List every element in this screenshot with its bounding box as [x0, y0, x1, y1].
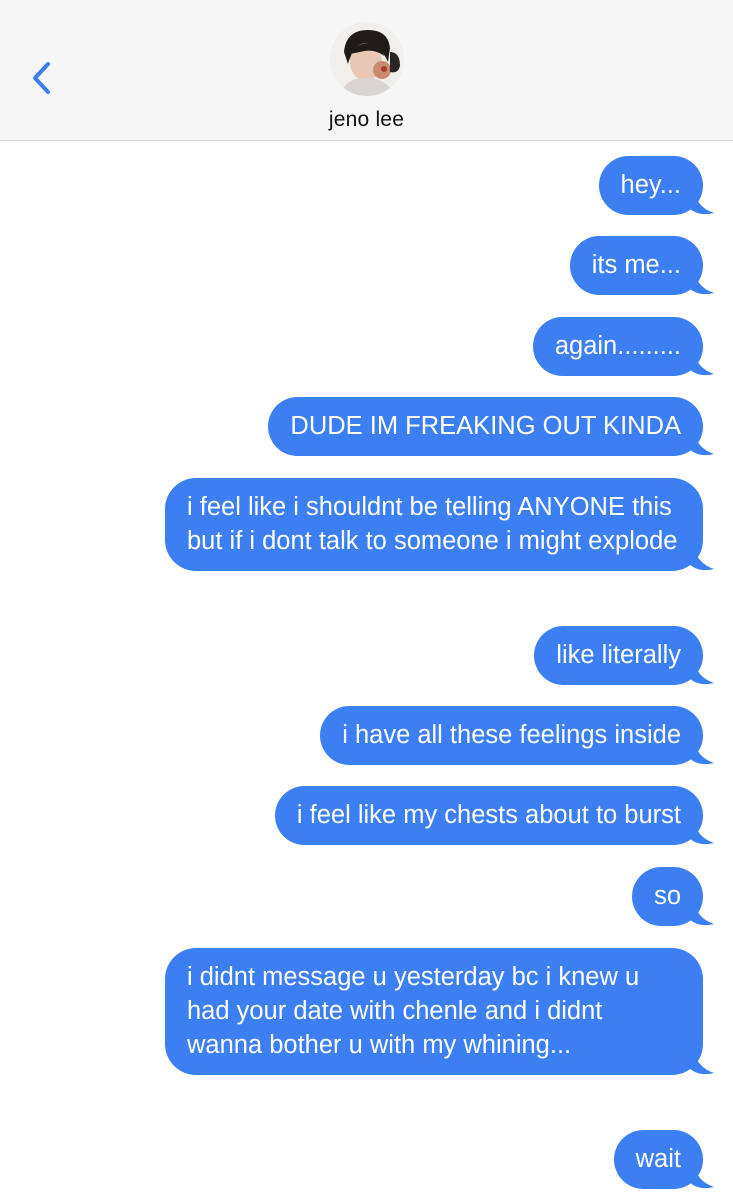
bubble-tail [688, 189, 714, 215]
bubble-tail [688, 1049, 714, 1075]
bubble-tail [688, 659, 714, 685]
message-text: i feel like my chests about to burst [296, 801, 681, 829]
message-text: i didnt message u yesterday bc i knew u … [187, 963, 640, 1059]
message-text: wait [635, 1145, 681, 1173]
contact-name[interactable]: jeno lee [0, 108, 733, 132]
bubble-tail [688, 900, 714, 926]
bubble-tail [688, 819, 714, 845]
message-text: like literally [556, 641, 681, 669]
bubble-tail [688, 545, 714, 571]
message-bubble[interactable]: i feel like i shouldnt be telling ANYONE… [165, 478, 714, 571]
bubble-tail [688, 269, 714, 295]
message-text: again......... [554, 332, 681, 360]
message-text: DUDE IM FREAKING OUT KINDA [290, 412, 681, 440]
message-bubble[interactable]: i feel like my chests about to burst [274, 786, 714, 845]
message-bubble[interactable]: again......... [532, 317, 714, 376]
message-bubble[interactable]: i have all these feelings inside [320, 706, 714, 765]
message-text: i have all these feelings inside [342, 721, 681, 749]
message-bubble[interactable]: DUDE IM FREAKING OUT KINDA [268, 397, 714, 456]
conversation-header: jeno lee [0, 0, 733, 141]
back-button[interactable] [26, 56, 60, 100]
message-bubble[interactable]: so [632, 867, 714, 926]
avatar[interactable] [330, 22, 404, 96]
bubble-tail [688, 430, 714, 456]
bubble-tail [688, 739, 714, 765]
bubble-tail [688, 1163, 714, 1189]
contact-photo [330, 22, 404, 96]
message-bubble[interactable]: like literally [534, 626, 714, 685]
message-bubble[interactable]: hey... [598, 156, 714, 215]
bubble-tail [688, 350, 714, 376]
message-text: i feel like i shouldnt be telling ANYONE… [187, 493, 678, 555]
message-bubble[interactable]: i didnt message u yesterday bc i knew u … [165, 948, 714, 1075]
message-text: so [654, 882, 681, 910]
chevron-left-icon [33, 62, 50, 94]
message-text: hey... [620, 171, 681, 199]
message-bubble[interactable]: its me... [569, 236, 714, 295]
message-text: its me... [591, 251, 681, 279]
message-bubble[interactable]: wait [613, 1130, 714, 1189]
